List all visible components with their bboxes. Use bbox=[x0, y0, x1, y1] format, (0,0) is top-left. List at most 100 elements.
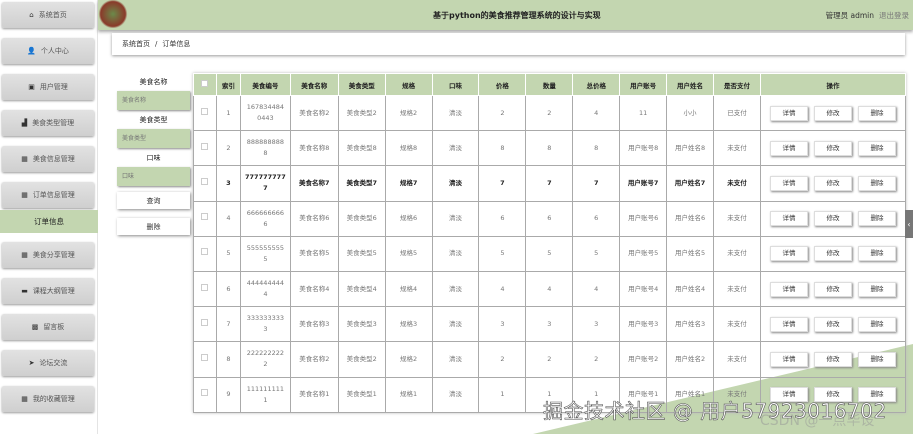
sidebar-item-2[interactable]: ▣ 用户管理 bbox=[2, 74, 94, 100]
sidebar-item-10[interactable]: ▦ 我的收藏管理 bbox=[2, 386, 94, 412]
juejin-watermark: 掘金技术社区 @ 用户5792301670​2 bbox=[543, 399, 887, 424]
grid-icon: ▦ bbox=[21, 191, 28, 199]
batch-delete-button[interactable]: 删除 bbox=[117, 218, 190, 235]
detail-button[interactable]: 详情 bbox=[769, 351, 808, 367]
sidebar-item-label: 订单信息 bbox=[34, 217, 64, 226]
detail-button[interactable]: 详情 bbox=[769, 281, 808, 297]
table-cell: 美食名称7 bbox=[289, 165, 339, 202]
table-cell: 8 bbox=[215, 341, 241, 378]
sidebar-item-0[interactable]: ⌂ 系统首页 bbox=[2, 2, 94, 28]
sidebar-item-order-info[interactable]: 订单信息 bbox=[0, 210, 98, 233]
table-row: 3 7777777777 美食名称7 美食类型7 规格7 清淡 7 7 7 用户账号7 用户姓名7 未… bbox=[193, 165, 907, 202]
send-icon: ➤ bbox=[28, 359, 35, 367]
edit-button[interactable]: 修改 bbox=[813, 316, 852, 332]
table-cell: 8 bbox=[478, 130, 527, 167]
food-type-input[interactable] bbox=[117, 129, 190, 148]
delete-button[interactable]: 删除 bbox=[857, 281, 896, 297]
collapse-handle-icon[interactable]: ‹ bbox=[905, 210, 913, 238]
edit-button[interactable]: 修改 bbox=[813, 211, 852, 227]
query-button[interactable]: 查询 bbox=[117, 192, 190, 209]
edit-button[interactable]: 修改 bbox=[813, 175, 852, 191]
delete-button[interactable]: 删除 bbox=[857, 351, 896, 367]
table-cell: 用户账号3 bbox=[619, 306, 668, 343]
table-cell: 美食名称3 bbox=[289, 306, 339, 343]
row-checkbox[interactable] bbox=[201, 318, 209, 326]
row-checkbox[interactable] bbox=[201, 353, 209, 361]
taste-input[interactable] bbox=[117, 167, 190, 186]
sidebar-item-label: 留言板 bbox=[43, 323, 65, 331]
sidebar-item-4[interactable]: ▦ 美食信息管理 bbox=[2, 146, 94, 172]
row-checkbox[interactable] bbox=[201, 107, 209, 115]
actions-cell: 详情 修改 删除 bbox=[759, 235, 907, 272]
edit-button[interactable]: 修改 bbox=[813, 140, 852, 156]
detail-button[interactable]: 详情 bbox=[769, 316, 808, 332]
detail-button[interactable]: 详情 bbox=[769, 175, 808, 191]
table-cell: 小小 bbox=[666, 94, 714, 132]
row-checkbox[interactable] bbox=[201, 389, 209, 397]
row-checkbox[interactable] bbox=[201, 177, 209, 185]
sidebar-item-3[interactable]: ▟ 美食类型管理 bbox=[2, 110, 94, 136]
sidebar-item-1[interactable]: 👤 个人中心 bbox=[2, 38, 94, 64]
column-header: 总价格 bbox=[572, 73, 621, 96]
edit-button[interactable]: 修改 bbox=[813, 105, 852, 121]
delete-button[interactable]: 删除 bbox=[857, 246, 896, 262]
detail-button[interactable]: 详情 bbox=[769, 211, 808, 227]
table-cell: 美食类型5 bbox=[337, 235, 386, 272]
row-checkbox[interactable] bbox=[201, 283, 209, 291]
delete-button[interactable]: 删除 bbox=[857, 175, 896, 191]
select-all-header[interactable] bbox=[193, 73, 217, 96]
breadcrumb-separator: / bbox=[155, 40, 158, 48]
breadcrumb-home[interactable]: 系统首页 bbox=[122, 39, 150, 49]
row-checkbox[interactable] bbox=[201, 142, 209, 150]
select-all-checkbox[interactable] bbox=[201, 80, 209, 87]
table-cell: 已支付 bbox=[713, 94, 761, 132]
edit-button[interactable]: 修改 bbox=[813, 246, 852, 262]
table-cell: 美食名称1 bbox=[289, 376, 339, 413]
table-cell: 清淡 bbox=[431, 376, 480, 413]
detail-button[interactable]: 详情 bbox=[769, 140, 808, 156]
actions-cell: 详情 修改 删除 bbox=[759, 270, 907, 308]
actions-cell: 详情 修改 删除 bbox=[759, 200, 907, 237]
table-cell: 4 bbox=[572, 94, 621, 132]
table-cell: 3 bbox=[525, 306, 574, 343]
sidebar-item-9[interactable]: ➤ 论坛交流 bbox=[2, 350, 94, 376]
edit-button[interactable]: 修改 bbox=[813, 351, 852, 367]
sidebar-item-6[interactable]: ▦ 美食分享管理 bbox=[2, 242, 94, 268]
delete-button[interactable]: 删除 bbox=[857, 316, 896, 332]
food-name-input[interactable] bbox=[117, 91, 190, 110]
column-header: 美食名称 bbox=[289, 73, 339, 96]
header: 基于python的美食推荐管理系统的设计与实现 管理员 admin 退出登录 bbox=[98, 0, 913, 30]
delete-button[interactable]: 删除 bbox=[857, 140, 896, 156]
table-cell: 6666666666 bbox=[239, 200, 291, 237]
table-cell: 规格2 bbox=[384, 94, 433, 132]
edit-button[interactable]: 修改 bbox=[813, 281, 852, 297]
table-cell: 用户姓名8 bbox=[666, 130, 714, 167]
table-cell: 5555555555 bbox=[239, 235, 291, 272]
sidebar-item-label: 美食信息管理 bbox=[32, 155, 75, 163]
table-cell: 5 bbox=[572, 235, 621, 272]
table-cell: 1 bbox=[215, 94, 241, 132]
row-checkbox[interactable] bbox=[201, 248, 209, 256]
table-cell: 6 bbox=[572, 200, 621, 237]
row-select-cell bbox=[193, 376, 217, 413]
sidebar-item-8[interactable]: ▩ 留言板 bbox=[2, 314, 94, 340]
table-cell: 规格8 bbox=[384, 130, 433, 167]
user-icon: 👤 bbox=[27, 47, 36, 55]
table-cell: 未支付 bbox=[713, 306, 761, 343]
sidebar-item-7[interactable]: ▬ 课程大纲管理 bbox=[2, 278, 94, 304]
table-cell: 8888888888 bbox=[239, 130, 291, 167]
table-cell: 美食类型2 bbox=[337, 341, 386, 378]
delete-button[interactable]: 删除 bbox=[857, 105, 896, 121]
table-cell: 8 bbox=[525, 130, 574, 167]
detail-button[interactable]: 详情 bbox=[769, 246, 808, 262]
delete-button[interactable]: 删除 bbox=[857, 211, 896, 227]
chart-icon: ▟ bbox=[21, 119, 28, 127]
sidebar-item-5[interactable]: ▦ 订单信息管理 bbox=[2, 182, 94, 208]
table-cell: 清淡 bbox=[431, 306, 480, 343]
table-row: 7 3333333333 美食名称3 美食类型3 规格3 清淡 3 3 3 用户账号3 用户姓名3 未… bbox=[193, 306, 907, 343]
table-cell: 用户姓名5 bbox=[666, 235, 714, 272]
row-checkbox[interactable] bbox=[201, 213, 209, 221]
table-cell: 美食类型2 bbox=[337, 94, 386, 132]
logout-link[interactable]: 退出登录 bbox=[879, 11, 909, 20]
detail-button[interactable]: 详情 bbox=[769, 105, 808, 121]
